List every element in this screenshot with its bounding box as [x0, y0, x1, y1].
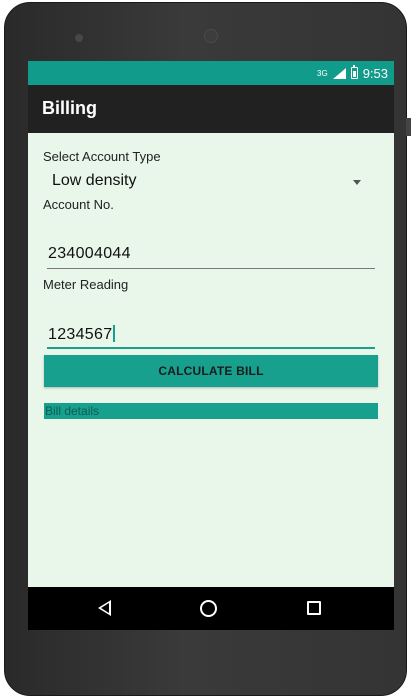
sensor-dot — [75, 34, 83, 42]
recents-icon[interactable] — [307, 601, 321, 615]
network-type: 3G — [317, 68, 328, 78]
meter-reading-underline — [47, 347, 375, 349]
meter-reading-text: 1234567 — [48, 325, 115, 344]
navigation-bar — [28, 587, 394, 630]
phone-frame: 3G 9:53 Billing Select Account Type Low … — [4, 2, 407, 696]
signal-icon — [332, 67, 346, 79]
billing-form: Select Account Type Low density Account … — [28, 133, 394, 587]
app-title: Billing — [42, 98, 97, 118]
account-no-label: Account No. — [43, 197, 114, 212]
front-camera — [204, 29, 218, 43]
status-bar: 3G 9:53 — [28, 61, 394, 85]
home-icon[interactable] — [200, 600, 217, 617]
text-cursor — [113, 325, 115, 342]
account-type-label: Select Account Type — [43, 149, 161, 164]
battery-icon — [350, 65, 358, 79]
dropdown-arrow-icon — [353, 180, 361, 185]
account-no-value: 234004044 — [48, 245, 131, 262]
calculate-bill-button[interactable]: CALCULATE BILL — [44, 355, 378, 387]
account-type-value: Low density — [52, 172, 137, 189]
screen: 3G 9:53 Billing Select Account Type Low … — [28, 61, 394, 630]
app-bar: Billing — [28, 85, 394, 133]
side-button — [406, 118, 411, 136]
status-icons: 3G 9:53 — [317, 64, 388, 82]
meter-reading-label: Meter Reading — [43, 277, 129, 292]
bill-details: Bill details — [44, 403, 378, 419]
back-icon[interactable] — [98, 600, 111, 616]
account-no-underline — [47, 268, 375, 269]
meter-reading-value: 1234567 — [48, 326, 113, 343]
status-time: 9:53 — [362, 65, 388, 81]
